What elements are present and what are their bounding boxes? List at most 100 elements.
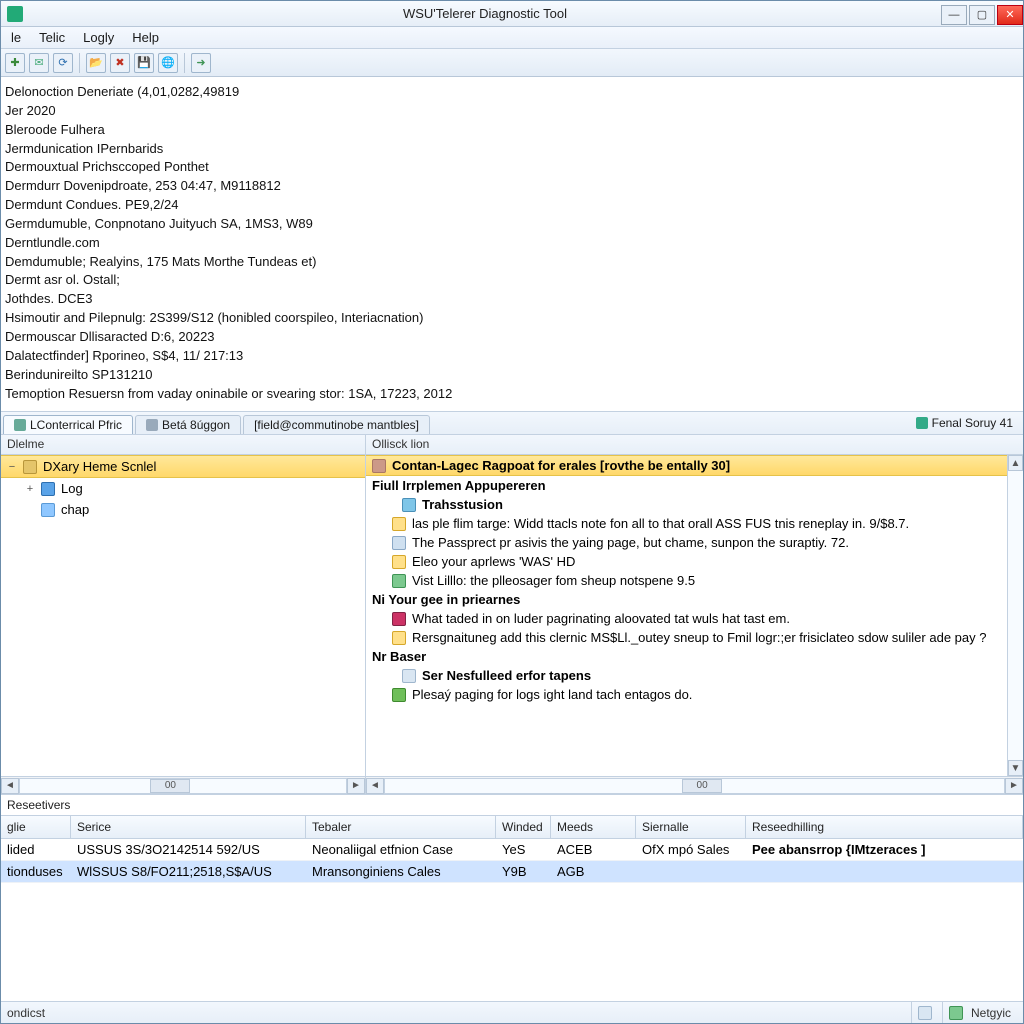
page-icon (402, 669, 416, 683)
table-row[interactable]: tiondusesWlSSUS S8/FO211;2518,S$A/USMran… (1, 861, 1023, 883)
window-title: WSU'Telerer Diagnostic Tool (29, 6, 941, 21)
info-line: Jothdes. DCE3 (5, 290, 1019, 309)
status-left: ondicst (7, 1002, 51, 1023)
report-item[interactable]: Plesaý paging for logs ight land tach en… (366, 685, 1007, 704)
report-item[interactable]: las ple flim targe: Widd ttacls note fon… (366, 514, 1007, 533)
scroll-left-icon[interactable]: ◄ (366, 778, 384, 794)
status-indicator-icon (918, 1006, 932, 1020)
tree-label: chap (61, 502, 89, 517)
scroll-left-icon[interactable]: ◄ (1, 778, 19, 794)
globe-icon[interactable]: 🌐 (158, 53, 178, 73)
table-cell (636, 861, 746, 882)
scroll-thumb[interactable]: 00 (682, 779, 722, 793)
right-pane-body: Contan-Lagec Ragpoat for erales [rovthe … (366, 455, 1007, 776)
table-cell: YeS (496, 839, 551, 860)
scroll-right-icon[interactable]: ► (1005, 778, 1023, 794)
tab-right-status[interactable]: Fenal Soruy 41 (908, 412, 1021, 434)
maximize-button[interactable]: ▢ (969, 5, 995, 25)
scroll-track[interactable]: 00 (19, 778, 347, 794)
expand-icon[interactable]: − (7, 461, 17, 473)
app-window: WSU'Telerer Diagnostic Tool — ▢ ✕ le Tel… (0, 0, 1024, 1024)
new-icon[interactable]: ✚ (5, 53, 25, 73)
col-winded[interactable]: Winded (496, 816, 551, 838)
menu-telic[interactable]: Telic (31, 28, 73, 47)
col-meeds[interactable]: Meeds (551, 816, 636, 838)
tab-field-comm[interactable]: [field@commutinobe mantbles] (243, 415, 430, 434)
grid-body: lidedUSSUS 3S/3O2142514 592/USNeonaliiga… (1, 839, 1023, 1001)
report-item[interactable]: Eleo your aprlews 'WAS' HD (366, 552, 1007, 571)
col-glie[interactable]: glie (1, 816, 71, 838)
mail-icon[interactable]: ✉ (29, 53, 49, 73)
menu-help[interactable]: Help (124, 28, 167, 47)
tree-item[interactable]: chap (1, 499, 365, 520)
tab-contentical[interactable]: LConterrical Pfric (3, 415, 133, 434)
col-serice[interactable]: Serice (71, 816, 306, 838)
table-cell: Y9B (496, 861, 551, 882)
tree-item[interactable]: + Log (1, 478, 365, 499)
left-hscroll[interactable]: ◄ 00 ► (1, 776, 365, 794)
scroll-track[interactable]: 00 (384, 778, 1005, 794)
report-section[interactable]: Nr Baser (366, 647, 1007, 666)
report-section[interactable]: Ni Your gee in priearnes (366, 590, 1007, 609)
table-cell: tionduses (1, 861, 71, 882)
scroll-thumb[interactable]: 00 (150, 779, 190, 793)
tree-label: DXary Heme Scnlel (43, 459, 156, 474)
close-button[interactable]: ✕ (997, 5, 1023, 25)
report-section[interactable]: Fiull Irrplemen Appupereren (366, 476, 1007, 495)
report-text: las ple flim targe: Widd ttacls note fon… (412, 516, 909, 531)
left-pane-header: Dlelme (1, 435, 365, 455)
left-pane-body: − DXary Heme Scnlel + Log chap (1, 455, 365, 776)
report-item[interactable]: What taded in on luder pagrinating aloov… (366, 609, 1007, 628)
report-sub[interactable]: Ser Nesfulleed erfor tapens (366, 666, 1007, 685)
info-icon (392, 536, 406, 550)
expand-icon[interactable]: + (25, 483, 35, 495)
col-reseedhilling[interactable]: Reseedhilling (746, 816, 1023, 838)
report-text: The Passprect pr asivis the yaing page, … (412, 535, 849, 550)
report-text: Nr Baser (372, 649, 426, 664)
scroll-up-icon[interactable]: ▲ (1008, 455, 1023, 471)
info-line: Dermdurr Dovenipdroate, 253 04:47, M9118… (5, 177, 1019, 196)
delete-icon[interactable]: ✖ (110, 53, 130, 73)
report-text: Vist Lilllo: the plleosager fom sheup no… (412, 573, 695, 588)
grid-section: Reseetivers glie Serice Tebaler Winded M… (1, 795, 1023, 1001)
report-text: Rersgnaituneg add this clernic MS$Ll._ou… (412, 630, 986, 645)
report-sub[interactable]: Trahsstusion (366, 495, 1007, 514)
table-cell: WlSSUS S8/FO211;2518,S$A/US (71, 861, 306, 882)
green-icon (392, 688, 406, 702)
report-item[interactable]: The Passprect pr asivis the yaing page, … (366, 533, 1007, 552)
minimize-button[interactable]: — (941, 5, 967, 25)
forward-icon[interactable]: ➜ (191, 53, 211, 73)
menu-file[interactable]: le (3, 28, 29, 47)
report-text: Ni Your gee in priearnes (372, 592, 520, 607)
menu-bar: le Telic Logly Help (1, 27, 1023, 49)
right-hscroll[interactable]: ◄ 00 ► (366, 776, 1023, 794)
tab-label: [field@commutinobe mantbles] (254, 418, 419, 432)
tree-label: Log (61, 481, 83, 496)
status-left-text: ondicst (7, 1006, 45, 1020)
report-title-row[interactable]: Contan-Lagec Ragpoat for erales [rovthe … (366, 455, 1007, 476)
open-icon[interactable]: 📂 (86, 53, 106, 73)
save-icon[interactable]: 💾 (134, 53, 154, 73)
menu-logly[interactable]: Logly (75, 28, 122, 47)
info-line: Berindunireilto SP131210 (5, 366, 1019, 385)
col-tebaler[interactable]: Tebaler (306, 816, 496, 838)
table-cell: ACEB (551, 839, 636, 860)
table-row[interactable]: lidedUSSUS 3S/3O2142514 592/USNeonaliiga… (1, 839, 1023, 861)
grid-header: glie Serice Tebaler Winded Meeds Siernal… (1, 815, 1023, 839)
status-icon (916, 417, 928, 429)
col-siernalle[interactable]: Siernalle (636, 816, 746, 838)
tab-suggon[interactable]: Betá 8úggon (135, 415, 241, 434)
report-icon (372, 459, 386, 473)
scroll-right-icon[interactable]: ► (347, 778, 365, 794)
refresh-icon[interactable]: ⟳ (53, 53, 73, 73)
right-vscroll[interactable]: ▲ ▼ (1007, 455, 1023, 776)
tab-right-label: Fenal Soruy 41 (932, 416, 1013, 430)
scroll-down-icon[interactable]: ▼ (1008, 760, 1023, 776)
info-line: Jer 2020 (5, 102, 1019, 121)
report-item[interactable]: Vist Lilllo: the plleosager fom sheup no… (366, 571, 1007, 590)
chap-icon (41, 503, 55, 517)
scroll-vtrack[interactable] (1008, 471, 1023, 760)
report-item[interactable]: Rersgnaituneg add this clernic MS$Ll._ou… (366, 628, 1007, 647)
tree-item[interactable]: − DXary Heme Scnlel (1, 455, 365, 478)
report-text: What taded in on luder pagrinating aloov… (412, 611, 790, 626)
